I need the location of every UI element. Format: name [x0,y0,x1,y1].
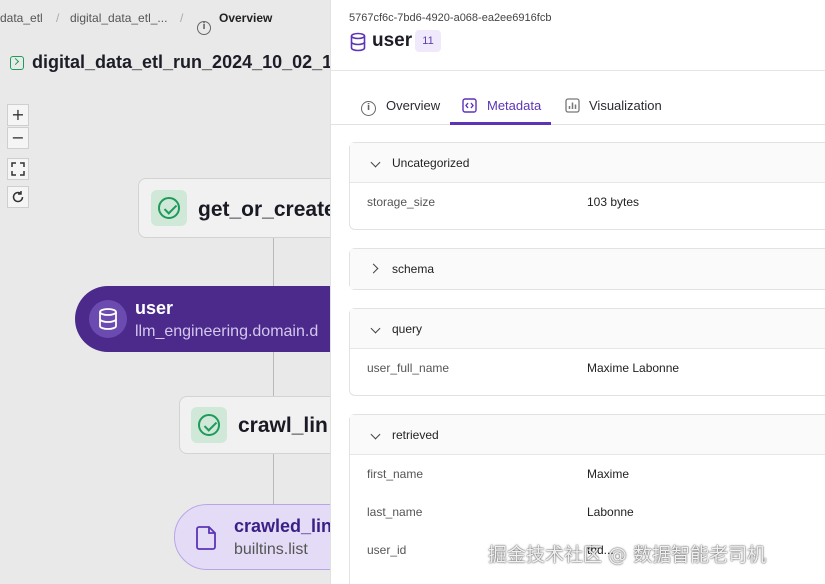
artifact-node-crawled-links[interactable]: crawled_lin builtins.list [174,504,330,570]
metadata-key: storage_size [367,195,436,209]
tab-overview[interactable]: i Overview [359,88,441,124]
tab-label: Overview [386,98,441,113]
breadcrumb-item-run[interactable]: digital_data_etl_... [70,11,167,25]
section-title: schema [392,262,435,276]
metadata-key: user_full_name [367,361,450,375]
version-badge: 11 [415,30,441,52]
fit-view-button[interactable] [7,158,29,180]
metadata-key: first_name [367,467,424,481]
section-title: Uncategorized [392,156,470,170]
artifact-id: 5767cf6c-7bd6-4920-a068-ea2ee6916fcb [349,12,552,24]
dag-edge [273,238,274,286]
chevron-down-icon [370,323,381,334]
artifact-name: user [372,30,413,51]
chevron-down-icon [370,429,381,440]
zoom-in-button[interactable]: + [7,104,29,126]
code-icon [462,98,477,116]
divider [331,70,825,71]
breadcrumb-item-current[interactable]: Overview [219,11,272,25]
artifact-node-title: user [135,298,174,318]
step-node-crawl-links[interactable]: crawl_lin [179,396,330,454]
bar-chart-icon [565,98,580,116]
metadata-value: Labonne [587,505,634,519]
watermark-text: 掘金技术社区 @ 数据智能老司机 [488,544,767,566]
metadata-section-uncategorized: Uncategorized storage_size 103 bytes [349,142,825,230]
metadata-row: user_full_name Maxime Labonne [350,349,825,387]
breadcrumb-item-pipeline[interactable]: data_etl [0,11,43,25]
step-label: crawl_lin [238,414,328,437]
tab-bar: i Overview Metadata Visualization [331,88,825,125]
metadata-key: user_id [367,543,407,557]
artifact-node-title: crawled_lin [234,516,330,536]
metadata-section-schema: schema [349,248,825,290]
breadcrumb-separator: / [56,11,60,25]
artifact-detail-panel: 5767cf6c-7bd6-4920-a068-ea2ee6916fcb use… [330,0,825,584]
database-icon [349,32,367,57]
metadata-value: 103 bytes [587,195,640,209]
dag-edge [273,454,274,504]
step-node-get-or-create[interactable]: get_or_create [138,178,330,238]
section-header[interactable]: schema [350,249,825,289]
metadata-value: Maxime [587,467,630,481]
metadata-section-query: query user_full_name Maxime Labonne [349,308,825,396]
section-title: retrieved [392,428,439,442]
section-header[interactable]: retrieved [350,415,825,455]
section-title: query [392,322,423,336]
chevron-down-icon [370,157,381,168]
fit-view-icon [11,162,25,176]
section-header[interactable]: Uncategorized [350,143,825,183]
tab-label: Metadata [487,98,542,113]
success-check-icon [191,407,227,443]
tab-label: Visualization [589,98,662,113]
run-title: digital_data_etl_run_2024_10_02_12 [32,52,330,72]
artifact-node-type: builtins.list [234,541,308,558]
dag-canvas[interactable]: data_etl / digital_data_etl_... / i Over… [0,0,330,584]
breadcrumb: data_etl / digital_data_etl_... / i Over… [0,0,330,36]
run-status-icon [10,56,24,70]
zoom-out-button[interactable]: − [7,127,29,149]
artifact-node-user[interactable]: user llm_engineering.domain.d [75,286,330,352]
section-header[interactable]: query [350,309,825,349]
chevron-right-icon [368,263,379,274]
info-icon: i [361,98,376,116]
breadcrumb-separator: / [180,11,184,25]
metadata-row: last_name Labonne [350,493,825,531]
file-icon [187,518,225,556]
database-icon [89,300,127,338]
step-label: get_or_create [198,198,330,221]
metadata-value: Maxime Labonne [587,361,680,375]
dag-edge [273,352,274,396]
refresh-icon [12,191,24,203]
artifact-node-type: llm_engineering.domain.d [135,323,319,340]
tab-visualization[interactable]: Visualization [563,88,663,124]
metadata-row: storage_size 103 bytes [350,183,825,221]
metadata-key: last_name [367,505,423,519]
success-check-icon [151,190,187,226]
tab-metadata[interactable]: Metadata [450,88,551,125]
refresh-layout-button[interactable] [7,186,29,208]
metadata-row: first_name Maxime [350,455,825,493]
